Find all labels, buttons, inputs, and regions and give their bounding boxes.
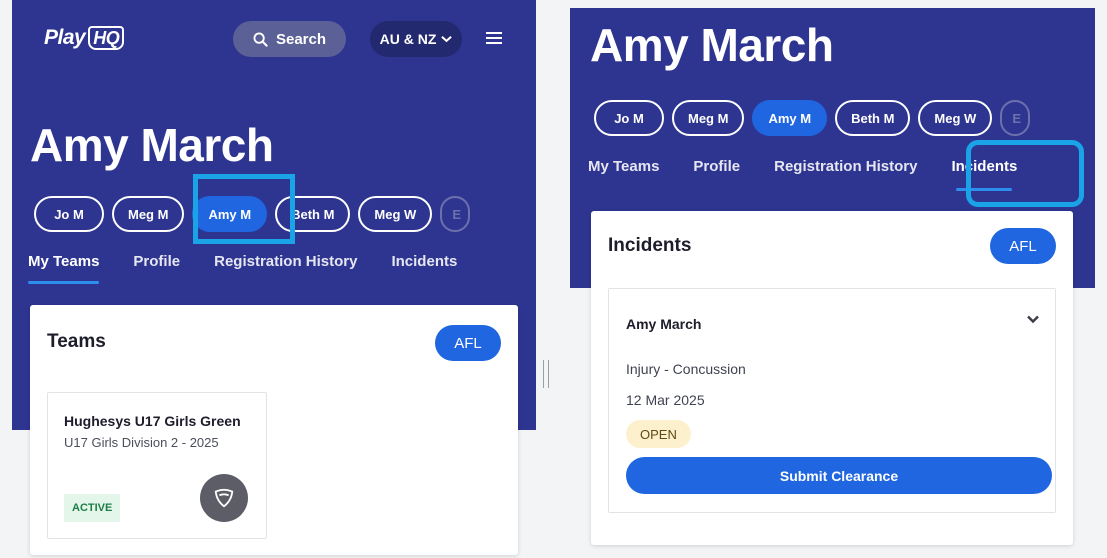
search-icon — [253, 31, 268, 47]
teams-card: Teams AFL Hughesys U17 Girls Green U17 G… — [30, 305, 518, 555]
hamburger-menu-icon[interactable] — [486, 32, 502, 44]
incidents-heading: Incidents — [608, 235, 692, 256]
team-card[interactable]: Hughesys U17 Girls Green U17 Girls Divis… — [47, 392, 267, 539]
status-badge: ACTIVE — [64, 494, 121, 522]
sport-filter-button[interactable]: AFL — [435, 325, 501, 361]
profile-tabs: My Teams Profile Registration History In… — [588, 158, 1017, 191]
logo-hq-text: HQ — [88, 26, 125, 50]
status-badge: OPEN — [626, 420, 691, 448]
tab-profile[interactable]: Profile — [133, 253, 180, 270]
profile-chip-meg-w[interactable]: Meg W — [918, 100, 993, 136]
tab-my-teams[interactable]: My Teams — [588, 158, 659, 175]
search-button[interactable]: Search — [233, 21, 346, 57]
profile-switcher: Jo M Meg M Amy M Beth M Meg W E — [594, 100, 1031, 136]
incidents-screen: Amy March Jo M Meg M Amy M Beth M Meg W … — [570, 0, 1095, 558]
profile-chip-jo-m[interactable]: Jo M — [34, 196, 104, 232]
playhq-logo[interactable]: Play HQ — [44, 26, 125, 50]
incidents-card: Incidents AFL Amy March Injury - Concuss… — [591, 211, 1073, 545]
page-title: Amy March — [590, 19, 834, 71]
profile-chip-beth-m[interactable]: Beth M — [835, 100, 911, 136]
profile-chip-meg-w[interactable]: Meg W — [358, 196, 433, 232]
submit-clearance-button[interactable]: Submit Clearance — [626, 457, 1052, 494]
my-teams-screen: Play HQ Search AU & NZ Amy March Jo M Me… — [12, 0, 536, 558]
search-label: Search — [275, 30, 327, 48]
profile-tabs: My Teams Profile Registration History In… — [28, 253, 457, 284]
panel-resize-handle[interactable] — [543, 360, 549, 388]
team-division: U17 Girls Division 2 - 2025 — [64, 435, 219, 450]
teams-heading: Teams — [47, 331, 106, 352]
profile-chip-overflow[interactable]: E — [440, 196, 471, 232]
tab-incidents[interactable]: Incidents — [391, 253, 457, 270]
logo-play-text: Play — [44, 26, 86, 49]
profile-chip-amy-m[interactable]: Amy M — [752, 100, 828, 136]
incident-person: Amy March — [626, 316, 702, 332]
shield-icon — [214, 488, 234, 508]
sport-filter-button[interactable]: AFL — [990, 228, 1056, 264]
tab-registration-history[interactable]: Registration History — [214, 253, 357, 270]
profile-chip-jo-m[interactable]: Jo M — [594, 100, 664, 136]
incident-date: 12 Mar 2025 — [626, 392, 705, 408]
chevron-down-icon — [441, 35, 453, 43]
incident-card: Amy March Injury - Concussion 12 Mar 202… — [608, 288, 1056, 513]
team-logo-icon — [200, 474, 248, 522]
team-name: Hughesys U17 Girls Green — [64, 413, 241, 429]
profile-chip-meg-m[interactable]: Meg M — [112, 196, 185, 232]
page-title: Amy March — [30, 119, 274, 171]
chip-highlight-box — [193, 174, 295, 244]
incident-type: Injury - Concussion — [626, 361, 746, 377]
tab-highlight-box — [966, 140, 1084, 207]
profile-chip-overflow[interactable]: E — [1000, 100, 1031, 136]
tab-registration-history[interactable]: Registration History — [774, 158, 917, 175]
tab-my-teams[interactable]: My Teams — [28, 253, 100, 284]
profile-chip-meg-m[interactable]: Meg M — [672, 100, 745, 136]
tab-profile[interactable]: Profile — [693, 158, 740, 175]
chevron-down-icon[interactable] — [1027, 313, 1039, 325]
region-selector[interactable]: AU & NZ — [370, 21, 462, 57]
region-label: AU & NZ — [379, 31, 437, 47]
